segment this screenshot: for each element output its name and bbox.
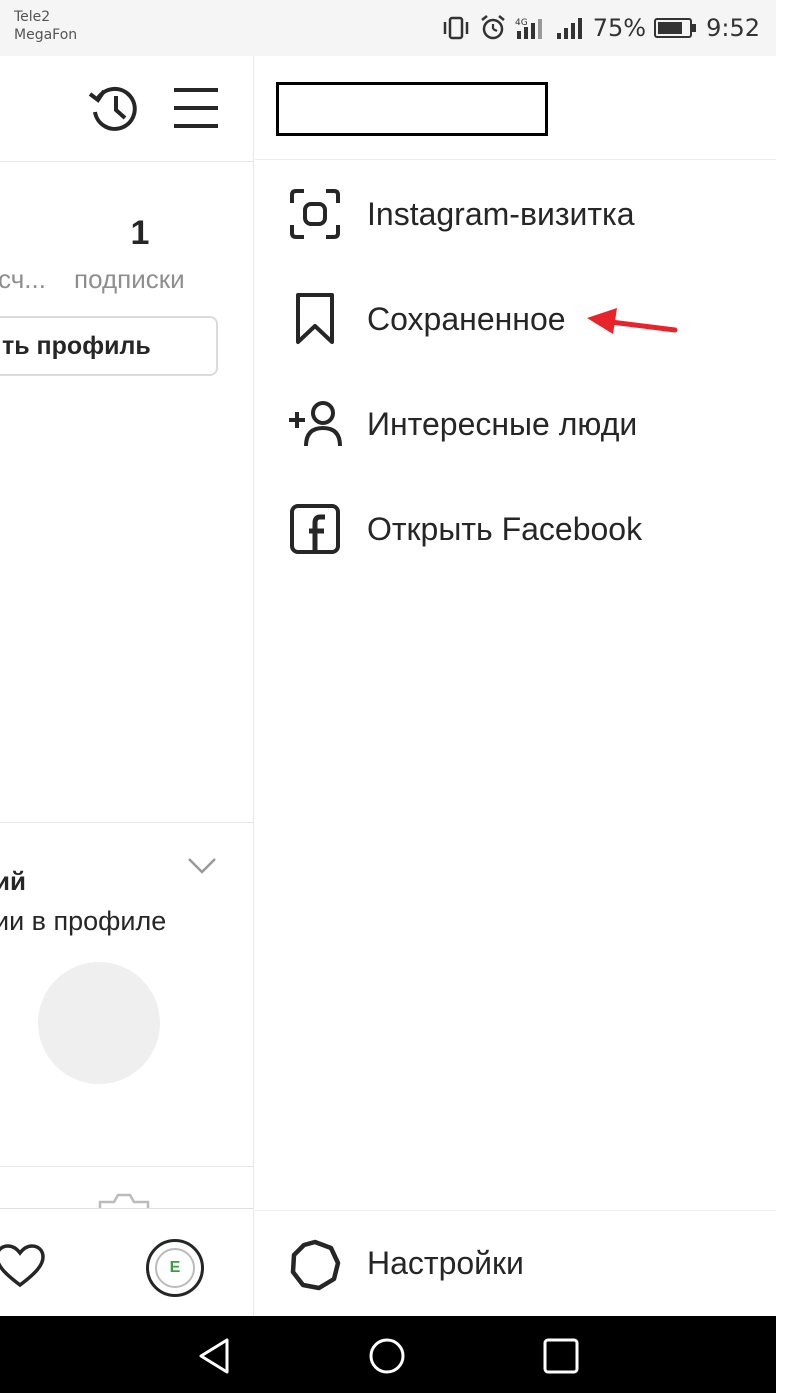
red-arrow-annotation: [587, 308, 678, 334]
menu-label-saved: Сохраненное: [367, 300, 566, 337]
hamburger-menu-icon[interactable]: [172, 86, 220, 130]
heart-icon[interactable]: [0, 1243, 46, 1289]
status-icons: 4G 75% 9:52: [441, 14, 760, 42]
divider: [0, 1166, 253, 1167]
menu-label-nametag: Instagram-визитка: [367, 195, 635, 232]
profile-panel: 1 сч... подписки ть профиль ий ии в проф…: [0, 56, 254, 1316]
chevron-down-icon[interactable]: [186, 856, 218, 876]
carrier-1: Tele2: [14, 9, 51, 25]
battery-percent: 75%: [592, 14, 647, 42]
carrier-names: Tele2 MegaFon: [14, 8, 77, 44]
discover-subtitle: ии в профиле: [0, 906, 167, 936]
vibrate-icon: [443, 16, 468, 40]
menu-item-discover-people[interactable]: Интересные люди: [255, 384, 776, 464]
profile-tab-avatar[interactable]: E: [146, 1239, 204, 1297]
menu-label-discover-people: Интересные люди: [367, 405, 638, 442]
facebook-icon: [285, 499, 345, 559]
system-nav-bar: [0, 1316, 776, 1393]
username-redacted-box: [276, 82, 548, 136]
archive-history-icon[interactable]: [86, 82, 144, 136]
discover-title: ий: [0, 866, 26, 896]
signal-4g-icon: 4G: [515, 18, 542, 39]
avatar: E: [155, 1248, 195, 1288]
home-icon[interactable]: [367, 1336, 407, 1376]
bottom-tab-bar: E: [0, 1208, 253, 1316]
drawer-footer: Настройки: [255, 1210, 776, 1316]
recent-apps-icon[interactable]: [541, 1336, 581, 1376]
menu-item-saved[interactable]: Сохраненное: [255, 279, 776, 359]
signal-icon: [556, 18, 582, 39]
settings-button[interactable]: Настройки: [255, 1211, 776, 1317]
menu-label-open-facebook: Открыть Facebook: [367, 510, 643, 547]
drawer-header: [255, 56, 776, 160]
following-label[interactable]: подписки: [74, 264, 185, 295]
edge-strip: [776, 0, 788, 1393]
settings-label: Настройки: [367, 1245, 524, 1281]
back-icon[interactable]: [195, 1336, 235, 1376]
gear-icon: [285, 1235, 345, 1295]
carrier-2: MegaFon: [14, 27, 78, 43]
followers-label[interactable]: сч...: [0, 264, 46, 295]
battery-icon: [654, 18, 697, 38]
menu-item-nametag[interactable]: Instagram-визитка: [255, 174, 776, 254]
suggestion-avatar[interactable]: [38, 962, 160, 1084]
svg-text:4G: 4G: [515, 18, 528, 28]
alarm-icon: [480, 15, 505, 40]
side-drawer: Instagram-визитка Сохраненное Интересные…: [255, 56, 776, 1316]
divider: [0, 822, 253, 823]
edit-profile-button[interactable]: ть профиль: [0, 316, 218, 376]
status-bar: Tele2 MegaFon 4G 75% 9:52: [0, 0, 776, 56]
profile-header: [0, 56, 253, 162]
add-person-icon: [285, 394, 345, 454]
clock: 9:52: [706, 14, 760, 42]
following-count: 1: [130, 214, 150, 252]
bookmark-icon: [285, 289, 345, 349]
nametag-icon: [285, 184, 345, 244]
menu-item-open-facebook[interactable]: Открыть Facebook: [255, 489, 776, 569]
